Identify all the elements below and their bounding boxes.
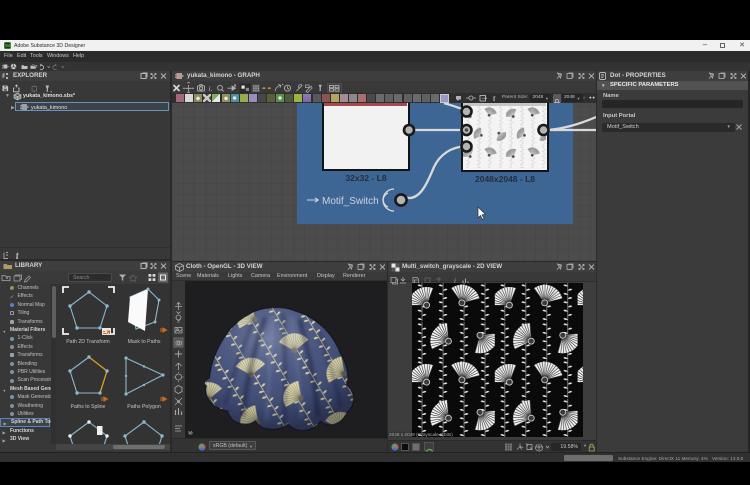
svg-text:f: f xyxy=(493,95,496,103)
svg-text:Paths to Spline: Paths to Spline xyxy=(71,404,106,410)
svg-text:Mask to Paths: Mask to Paths xyxy=(128,339,161,345)
svg-text:Path 2D Transform: Path 2D Transform xyxy=(66,339,110,345)
svg-text:Motif_Switch: Motif_Switch xyxy=(322,196,379,207)
svg-text:Paths Polygon: Paths Polygon xyxy=(127,404,161,410)
svg-text:i.: i. xyxy=(209,84,213,93)
svg-text:i: i xyxy=(16,252,18,261)
